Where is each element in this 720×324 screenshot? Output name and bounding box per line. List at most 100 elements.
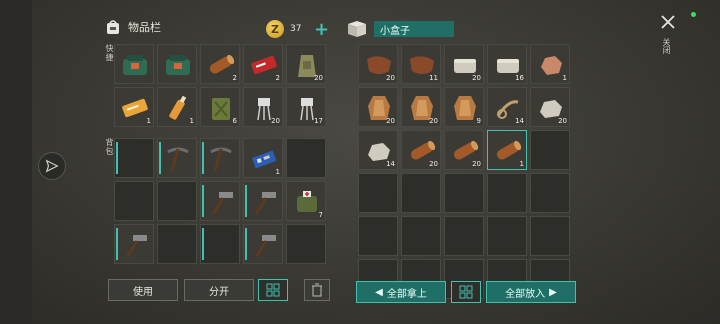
box-slot[interactable] [358,173,398,213]
item-count: 20 [429,160,438,168]
backpack-slot[interactable] [243,224,283,264]
put-all-label: 全部放入 [505,288,546,300]
box-slot[interactable]: 11 [401,44,441,84]
status-dot [691,12,696,17]
put-all-button[interactable]: 全部放入 ▶ [486,281,576,303]
use-button[interactable]: 使用 [108,279,178,301]
sort-inventory-button[interactable] [258,279,288,301]
box-slot[interactable]: 20 [401,87,441,127]
durability-bar [245,228,247,260]
backpack-slot[interactable] [157,181,197,221]
box-slot[interactable]: 20 [358,44,398,84]
send-icon [45,159,59,173]
quick-slot[interactable]: 1 [157,87,197,127]
box-slot[interactable] [530,173,570,213]
quick-slot[interactable]: 6 [200,87,240,127]
item-count: 1 [519,160,524,168]
durability-bar [159,142,161,174]
box-slot[interactable] [444,173,484,213]
hammer-icon [125,235,147,258]
box-slot[interactable]: 20 [401,130,441,170]
item-count: 20 [386,117,395,125]
backpack-slot[interactable]: 1 [243,138,283,178]
left-edge-strip [0,0,32,324]
box-slot[interactable]: 1 [487,130,527,170]
coin-count: 37 [290,24,302,34]
backpack-slot[interactable] [200,224,240,264]
item-count: 17 [314,117,323,125]
item-count: 7 [318,211,323,219]
item-count: 1 [275,168,280,176]
backpack-slot[interactable] [200,181,240,221]
durability-bar [116,142,118,174]
backpack-slot[interactable] [243,181,283,221]
hammer-icon [254,192,276,215]
item-count: 20 [386,74,395,82]
container-header: 小盒子 [346,20,454,38]
add-coins-button[interactable]: + [314,21,329,39]
backpack-slot[interactable] [286,224,326,264]
box-icon [348,21,366,37]
pickaxe-icon [167,147,189,172]
green-bag-icon [166,55,190,75]
backpack-slot[interactable] [114,224,154,264]
trash-button[interactable] [304,279,330,301]
hammer-icon [254,235,276,258]
quick-slot[interactable]: 20 [286,44,326,84]
take-all-button[interactable]: ◀ 全部拿上 [356,281,446,303]
quick-slot[interactable]: 2 [200,44,240,84]
box-slot[interactable] [401,173,441,213]
quick-slot[interactable]: 17 [286,87,326,127]
box-slot[interactable] [487,173,527,213]
quick-slot[interactable]: 20 [243,87,283,127]
close-icon [661,15,675,29]
durability-bar [202,228,204,260]
box-slot[interactable] [444,216,484,256]
box-slot[interactable]: 20 [530,87,570,127]
item-count: 14 [515,117,524,125]
sort-container-button[interactable] [451,281,481,303]
close-button[interactable] [660,14,676,34]
box-slot[interactable]: 14 [487,87,527,127]
item-count: 20 [472,74,481,82]
item-count: 20 [429,117,438,125]
split-button[interactable]: 分开 [184,279,254,301]
box-slot[interactable] [530,216,570,256]
item-count: 1 [146,117,151,125]
backpack-slot[interactable] [114,138,154,178]
box-slot[interactable]: 20 [444,130,484,170]
send-button[interactable] [38,152,66,180]
box-slot[interactable]: 16 [487,44,527,84]
box-slot[interactable]: 9 [444,87,484,127]
box-slot[interactable] [358,216,398,256]
pickaxe-icon [210,147,232,172]
quick-slot[interactable]: 1 [114,87,154,127]
durability-bar [202,142,204,174]
take-all-label: 全部拿上 [386,288,427,300]
backpack-slot[interactable] [114,181,154,221]
quick-slot[interactable] [114,44,154,84]
backpack-slot[interactable] [157,224,197,264]
backpack-slot[interactable]: 7 [286,181,326,221]
backpack-slot[interactable] [286,138,326,178]
quick-slot[interactable] [157,44,197,84]
item-count: 1 [189,117,194,125]
backpack-slot[interactable] [200,138,240,178]
box-slot[interactable]: 1 [530,44,570,84]
backpack-slot[interactable] [157,138,197,178]
item-count: 20 [558,117,567,125]
box-slot[interactable] [530,130,570,170]
box-slot[interactable]: 20 [358,87,398,127]
box-slot[interactable] [401,216,441,256]
item-count: 16 [515,74,524,82]
box-slot[interactable]: 14 [358,130,398,170]
item-count: 14 [386,160,395,168]
item-count: 2 [275,74,280,82]
coin-counter: Z 37 [266,20,301,38]
item-count: 6 [232,117,237,125]
item-count: 2 [232,74,237,82]
box-slot[interactable]: 20 [444,44,484,84]
item-count: 20 [271,117,280,125]
box-slot[interactable] [487,216,527,256]
quick-slot[interactable]: 2 [243,44,283,84]
